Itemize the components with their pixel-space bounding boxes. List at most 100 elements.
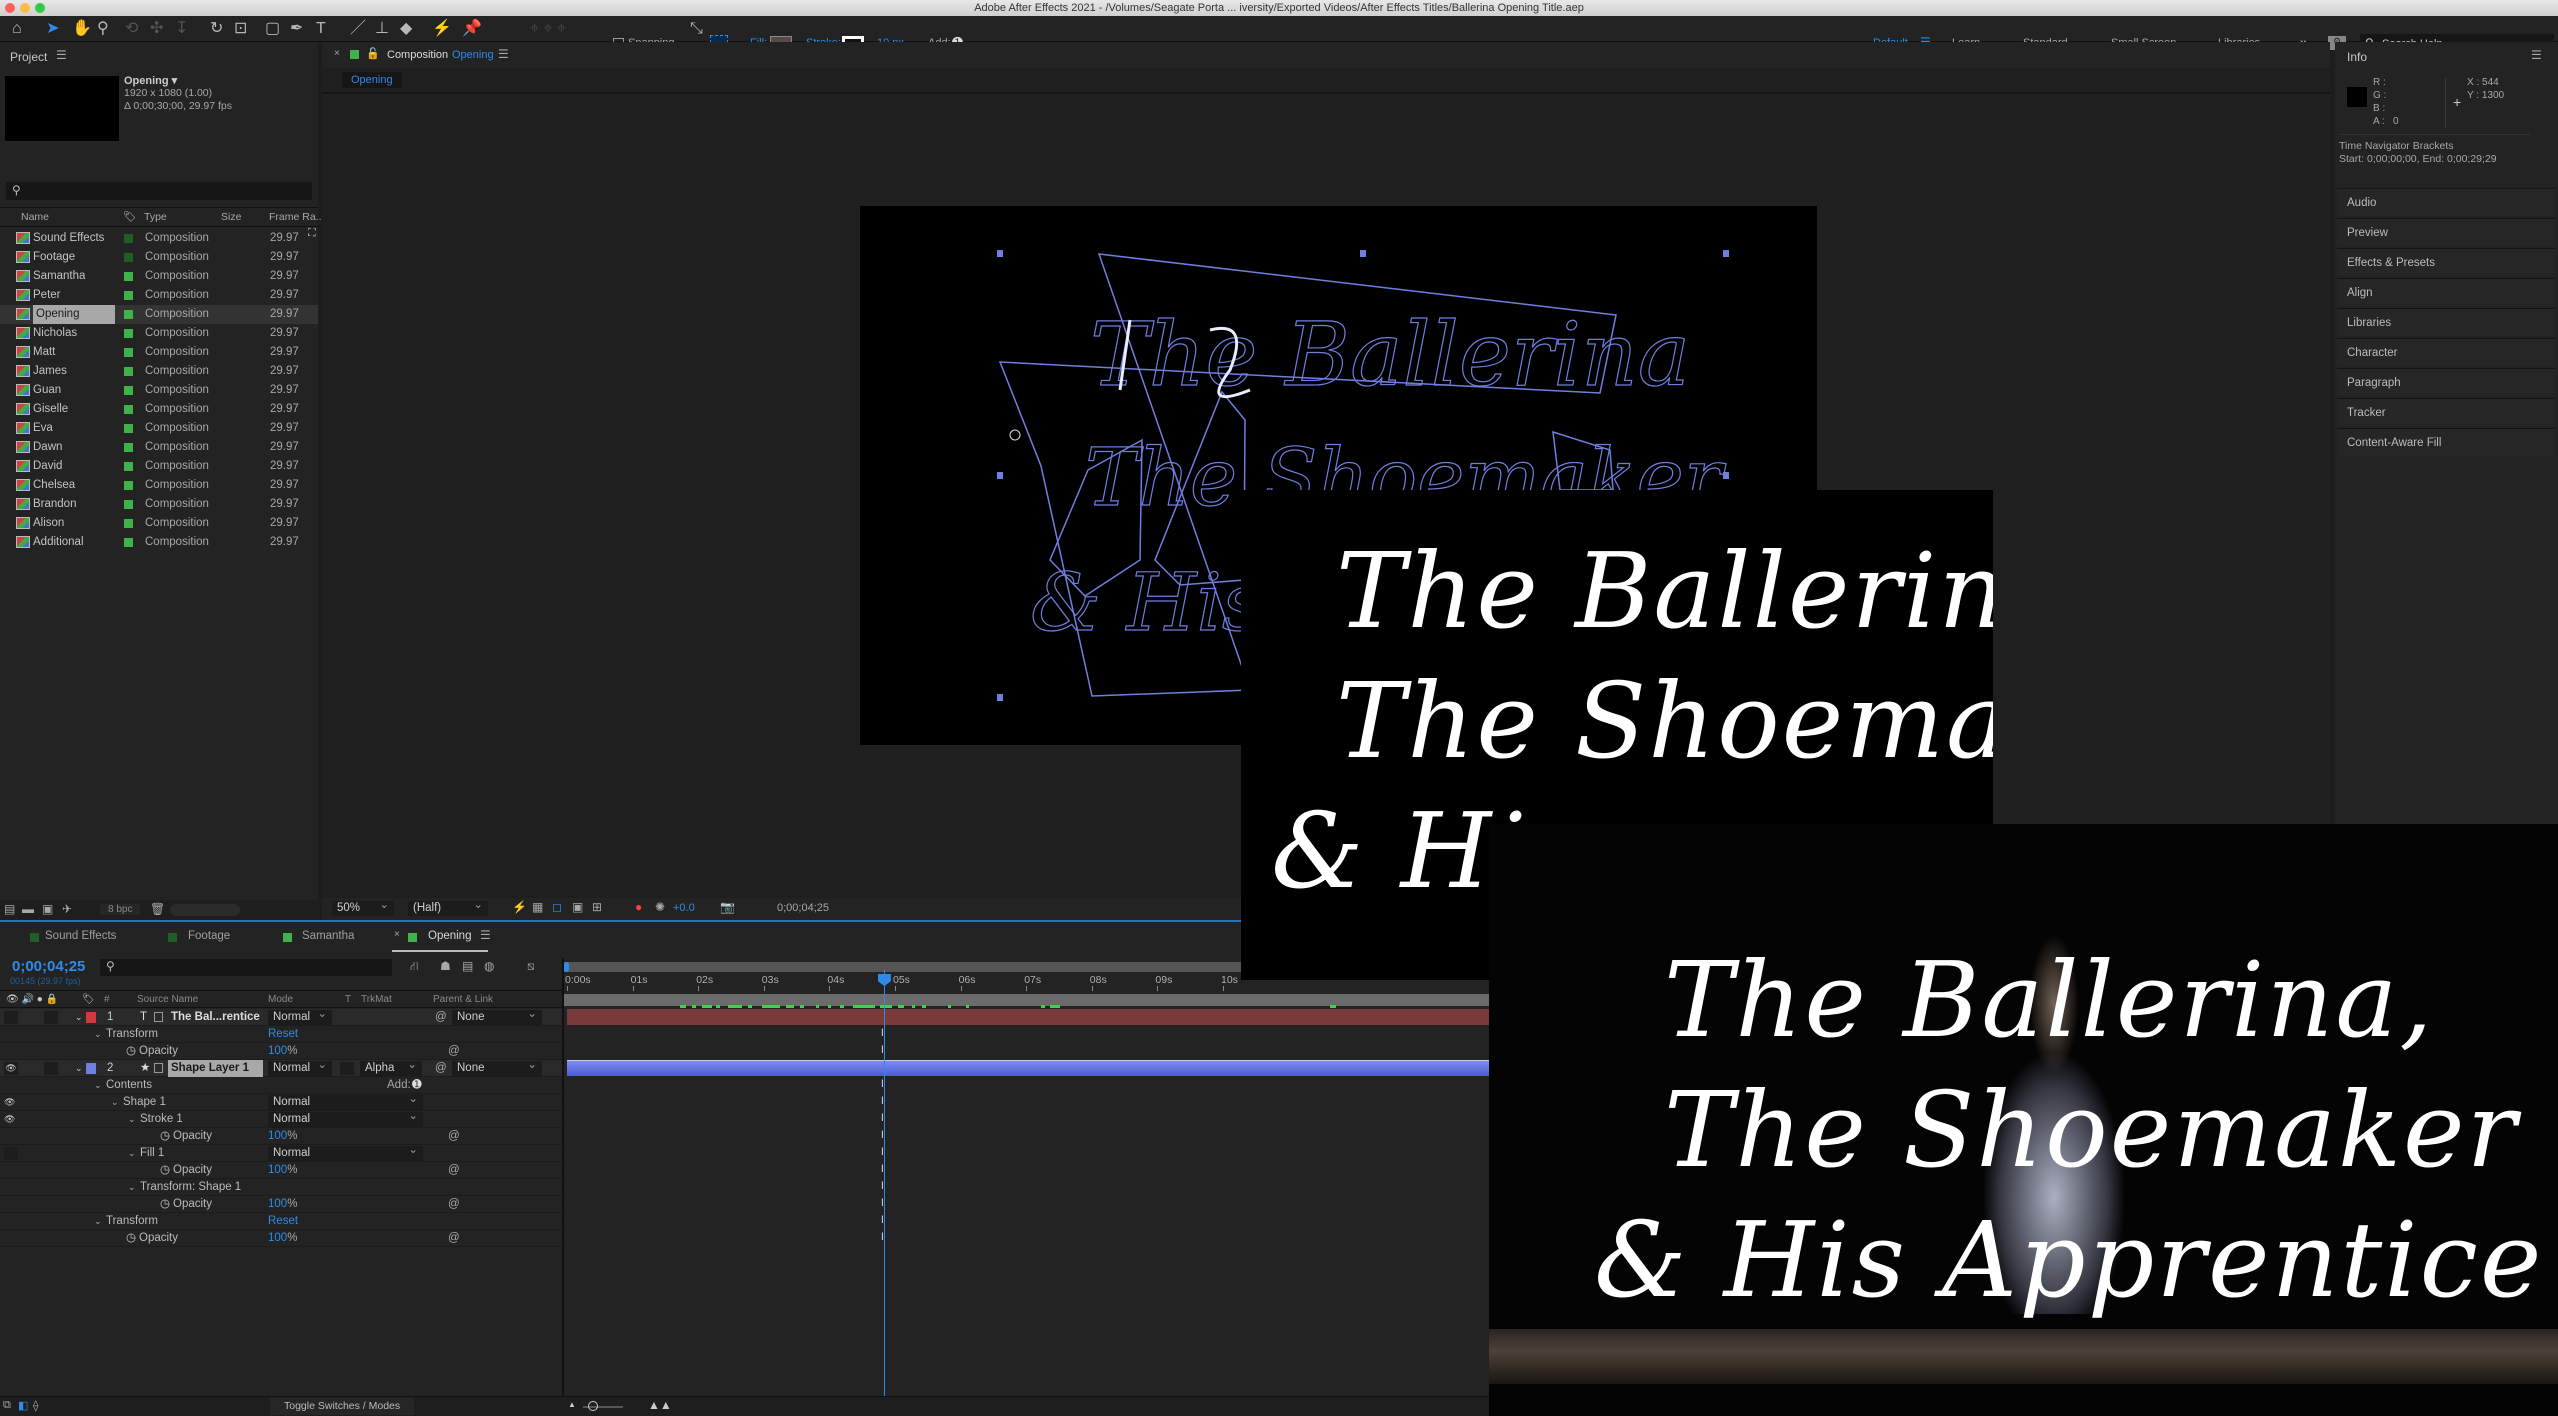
- parent-dropdown[interactable]: None: [452, 1058, 542, 1076]
- project-menu-icon[interactable]: ☰: [56, 48, 67, 62]
- expand-chevron-icon[interactable]: ⌄: [75, 1009, 83, 1026]
- project-item-matt[interactable]: Matt Composition 29.97: [0, 343, 318, 362]
- current-time-indicator[interactable]: [877, 970, 891, 1400]
- expand-chevron-icon[interactable]: ⌄: [128, 1179, 136, 1196]
- rectangle-tool-icon[interactable]: ▢: [265, 19, 280, 39]
- layer-1-duration-bar[interactable]: [567, 1009, 1489, 1025]
- toggle-switches-modes-button[interactable]: Toggle Switches / Modes: [270, 1398, 415, 1415]
- blend-mode-dropdown[interactable]: Normal: [268, 1109, 423, 1127]
- layer-label-swatch[interactable]: [86, 1012, 96, 1023]
- axis-mode-icons[interactable]: ⌖ ⌖ ⌖: [530, 19, 566, 39]
- render-icon[interactable]: ✈: [62, 902, 72, 916]
- project-search-input[interactable]: ⚲: [6, 182, 312, 200]
- expand-chevron-icon[interactable]: ⌄: [128, 1111, 136, 1128]
- visibility-toggle[interactable]: [4, 1147, 18, 1160]
- column-trkmat[interactable]: TrkMat: [361, 991, 392, 1008]
- flowchart-icon[interactable]: ⛶: [308, 227, 316, 240]
- project-item-guan[interactable]: Guan Composition 29.97: [0, 381, 318, 400]
- minimize-window-button[interactable]: [20, 3, 30, 13]
- pick-whip-icon[interactable]: @: [448, 1230, 460, 1247]
- label-swatch[interactable]: [124, 481, 133, 490]
- label-swatch[interactable]: [124, 443, 133, 452]
- puppet-pin-tool-icon[interactable]: 📌: [462, 19, 482, 39]
- zoom-tool-icon[interactable]: ⚲: [97, 19, 109, 39]
- track-matte-dropdown[interactable]: Alpha: [360, 1058, 422, 1076]
- project-item-eva[interactable]: Eva Composition 29.97: [0, 419, 318, 438]
- expand-chevron-icon[interactable]: ⌄: [111, 1094, 119, 1111]
- rotation-tool-icon[interactable]: ↻: [210, 19, 223, 39]
- exposure-value[interactable]: +0.0: [673, 902, 695, 914]
- composition-flowchart-icon[interactable]: ⛙: [410, 959, 418, 975]
- timeline-current-time[interactable]: 0;00;04;25: [12, 958, 85, 975]
- visibility-toggle[interactable]: [4, 1011, 18, 1024]
- clone-stamp-tool-icon[interactable]: ⊥: [375, 19, 389, 39]
- column-source-name[interactable]: Source Name: [137, 991, 198, 1008]
- dolly-camera-icon[interactable]: ↧: [175, 19, 188, 39]
- layer-2-duration-bar[interactable]: [567, 1060, 1489, 1076]
- close-window-button[interactable]: [5, 3, 15, 13]
- visibility-toggle[interactable]: 👁: [4, 1062, 18, 1075]
- selection-tool-icon[interactable]: ➤: [46, 19, 59, 39]
- blend-mode-dropdown[interactable]: Normal: [268, 1143, 423, 1161]
- blend-mode-dropdown[interactable]: Normal: [268, 1007, 332, 1025]
- panel-effects-presets[interactable]: Effects & Presets: [2337, 248, 2555, 276]
- expand-chevron-icon[interactable]: ⌄: [94, 1077, 102, 1094]
- transfer-controls-icon[interactable]: ◧: [18, 1399, 28, 1412]
- label-swatch[interactable]: [124, 310, 133, 319]
- zoom-out-icon[interactable]: ▲: [568, 1400, 576, 1409]
- new-folder-icon[interactable]: ▬: [22, 902, 34, 916]
- label-swatch[interactable]: [124, 329, 133, 338]
- pan-behind-tool-icon[interactable]: ⊡: [234, 19, 247, 39]
- label-swatch[interactable]: [124, 424, 133, 433]
- property-group-row[interactable]: 👁 ⌄ Shape 1 Normal: [0, 1092, 563, 1111]
- label-swatch[interactable]: [124, 272, 133, 281]
- snap-edges-icon[interactable]: ⤡: [690, 19, 703, 39]
- zoom-in-icon[interactable]: ▲▲: [648, 1398, 672, 1412]
- project-item-brandon[interactable]: Brandon Composition 29.97: [0, 495, 318, 514]
- region-of-interest-icon[interactable]: ▣: [572, 900, 583, 914]
- eraser-tool-icon[interactable]: ◆: [400, 19, 412, 39]
- roto-brush-tool-icon[interactable]: ⚡: [432, 19, 452, 39]
- label-tag-icon[interactable]: 🏷: [123, 208, 136, 227]
- layer-row-2[interactable]: 👁 ⌄ 2 ★ Shape Layer 1 Normal Alpha @ Non…: [0, 1058, 563, 1077]
- orbit-camera-icon[interactable]: ⟲: [125, 19, 138, 39]
- hand-tool-icon[interactable]: ✋: [72, 19, 92, 39]
- timeline-menu-icon[interactable]: ☰: [480, 928, 491, 942]
- label-swatch[interactable]: [124, 386, 133, 395]
- project-item-sound-effects[interactable]: Sound Effects Composition 29.97: [0, 229, 318, 248]
- property-group-row[interactable]: ⌄ Transform Reset: [0, 1213, 563, 1230]
- reset-link[interactable]: Reset: [268, 1213, 298, 1230]
- channel-icon[interactable]: ●: [635, 900, 642, 914]
- interpret-footage-icon[interactable]: ▤: [4, 902, 15, 916]
- timeline-zoom-slider-thumb[interactable]: [588, 1401, 598, 1411]
- project-item-nicholas[interactable]: Nicholas Composition 29.97: [0, 324, 318, 343]
- project-item-peter[interactable]: Peter Composition 29.97: [0, 286, 318, 305]
- project-item-footage[interactable]: Footage Composition 29.97: [0, 248, 318, 267]
- label-swatch[interactable]: [124, 291, 133, 300]
- preserve-transparency-toggle[interactable]: [340, 1062, 354, 1075]
- label-swatch[interactable]: [124, 253, 133, 262]
- trash-icon[interactable]: 🗑: [150, 902, 165, 916]
- layer-switches-icon[interactable]: ⧉: [3, 1399, 11, 1412]
- project-item-james[interactable]: James Composition 29.97: [0, 362, 318, 381]
- property-group-row[interactable]: ⌄ Contents Add: ➊: [0, 1077, 563, 1094]
- close-tab-icon[interactable]: ×: [394, 929, 400, 940]
- project-item-dawn[interactable]: Dawn Composition 29.97: [0, 438, 318, 457]
- project-item-giselle[interactable]: Giselle Composition 29.97: [0, 400, 318, 419]
- color-management-icon[interactable]: ✺: [655, 900, 665, 914]
- panel-libraries[interactable]: Libraries: [2337, 308, 2555, 336]
- column-name[interactable]: Name: [21, 208, 49, 227]
- layer-name[interactable]: The Bal...rentice: [168, 1009, 263, 1026]
- fast-preview-icon[interactable]: ⚡: [512, 900, 527, 914]
- lock-toggle[interactable]: [44, 1062, 58, 1075]
- panel-align[interactable]: Align: [2337, 278, 2555, 306]
- draft-3d-icon[interactable]: ☗: [440, 959, 451, 973]
- mask-visibility-icon[interactable]: ◻: [552, 900, 562, 914]
- time-navigator-start-handle[interactable]: [564, 962, 569, 972]
- playhead-handle[interactable]: [877, 974, 891, 986]
- home-icon[interactable]: ⌂: [12, 19, 22, 39]
- label-swatch[interactable]: [124, 500, 133, 509]
- pick-whip-icon[interactable]: @: [448, 1128, 460, 1145]
- lock-toggle[interactable]: [44, 1011, 58, 1024]
- type-tool-icon[interactable]: T: [316, 19, 326, 39]
